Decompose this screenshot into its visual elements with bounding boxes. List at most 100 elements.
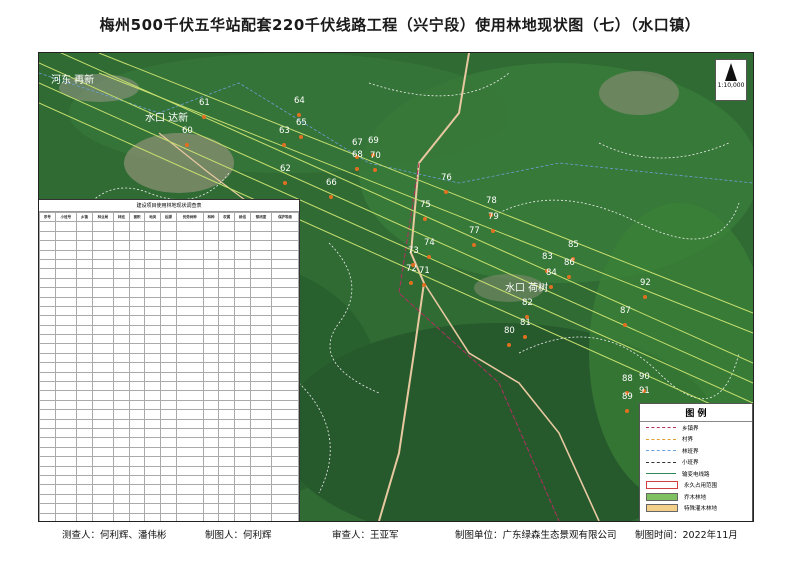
table-cell [160,418,177,430]
table-row [39,296,299,307]
table-cell [39,390,56,401]
table-cell [249,474,273,486]
table-row [39,315,299,326]
table-cell [144,296,162,307]
table-cell [144,277,162,289]
table-cell [249,437,273,448]
table-cell [54,512,77,521]
place-label: 河东 再新 [51,73,94,86]
table-cell [249,399,273,411]
table-cell [218,343,236,354]
table-cell [271,390,299,401]
table-cell [234,249,251,260]
table-cell [218,409,236,420]
table-cell [249,334,273,345]
table-cell [39,352,56,364]
table-cell [202,456,220,467]
table-cell [128,249,146,260]
table-cell [112,484,130,495]
table-row [39,305,299,317]
table-cell [91,362,114,373]
table-cell [112,512,130,521]
table-cell [39,371,56,383]
table-cell [112,362,130,373]
table-cell [175,474,204,486]
table-cell [218,503,236,514]
table-cell [160,343,177,354]
table-cell [271,465,299,476]
table-cell [112,352,130,364]
table-cell [234,287,251,298]
table-cell [160,381,177,392]
table-cell [160,352,177,364]
table-row [39,287,299,298]
table-cell [144,334,162,345]
table-cell [175,352,204,364]
table-cell [39,305,56,317]
table-row [39,334,299,345]
table-cell [175,409,204,420]
table-cell [91,456,114,467]
table-cell [218,315,236,326]
table-cell [91,334,114,345]
table-cell [271,240,299,251]
table-cell [75,493,93,505]
table-cell [218,305,236,317]
svg-text:67: 67 [352,138,363,148]
table-cell [160,221,177,232]
svg-text:82: 82 [522,298,533,308]
table-cell [54,390,77,401]
svg-text:87: 87 [620,306,631,316]
table-cell [112,390,130,401]
table-cell [128,305,146,317]
table-cell [175,465,204,476]
table-cell [144,390,162,401]
table-cell [144,249,162,260]
table-cell [160,446,177,458]
survey-person: 测查人：何利辉、潘伟彬 [62,530,167,541]
table-cell [128,503,146,514]
table-row [39,371,299,383]
table-cell [91,390,114,401]
table-cell [218,277,236,289]
table-cell [218,240,236,251]
map-area[interactable]: 60 61 62 63 64 65 66 67 68 69 70 71 72 73 74 75 76 77 78 79… [38,52,754,522]
table-cell [175,381,204,392]
table-cell [202,362,220,373]
table-cell [175,343,204,354]
table-cell [234,324,251,336]
table-cell [112,456,130,467]
table-cell [218,446,236,458]
table-cell [39,493,56,505]
table-cell [202,296,220,307]
table-header-cell: 乡镇 [75,211,93,223]
table-cell [75,409,93,420]
table-row [39,427,299,439]
table-cell [75,512,93,521]
legend-item: 小班界 [640,457,752,469]
table-cell [75,474,93,486]
table-cell [271,474,299,486]
table-cell [202,277,220,289]
table-cell [91,287,114,298]
table-cell [54,249,77,260]
table-cell [91,474,114,486]
table-cell [144,484,162,495]
table-cell [271,258,299,270]
table-cell [271,437,299,448]
table-cell [202,381,220,392]
table-cell [271,399,299,411]
legend-label: 输变电线路 [682,471,710,478]
table-cell [54,427,77,439]
table-cell [234,258,251,270]
table-cell [112,287,130,298]
table-cell [175,399,204,411]
table-cell [160,296,177,307]
table-cell [75,334,93,345]
table-cell [54,418,77,430]
table-cell [144,362,162,373]
table-cell [39,334,56,345]
table-cell [202,399,220,411]
table-row [39,258,299,270]
table-cell [160,493,177,505]
